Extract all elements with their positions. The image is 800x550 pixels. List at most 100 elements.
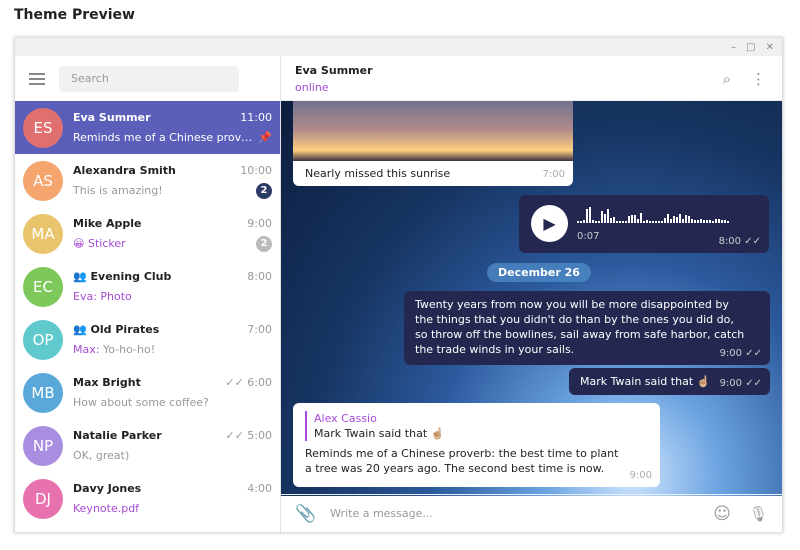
waveform-bar [604, 214, 606, 223]
waveform-bar [613, 217, 615, 223]
chat-time: 5:00 [247, 429, 272, 442]
read-check-icon: ✓✓ [744, 236, 761, 247]
waveform-bar [637, 219, 639, 223]
chat-preview: 😀 Sticker [73, 237, 126, 250]
voice-message[interactable]: ▶ 0:07 8:00 ✓✓ [519, 195, 769, 253]
waveform-bar [655, 221, 657, 223]
waveform-bar [631, 215, 633, 223]
more-icon[interactable]: ⋮ [751, 70, 766, 88]
waveform-bar [715, 219, 717, 223]
chat-preview: This is amazing! [73, 184, 163, 197]
message-text: Twenty years from now you will be more d… [415, 298, 745, 356]
read-check-icon: ✓✓ [225, 376, 248, 389]
waveform-bar [595, 221, 597, 223]
waveform-bar [586, 209, 588, 223]
message-time: 9:00 [629, 470, 652, 481]
unread-badge: 2 [256, 235, 272, 252]
avatar: OP [23, 319, 63, 360]
waveform-bar [610, 218, 612, 223]
emoji-icon[interactable]: ☺ [713, 504, 731, 524]
chat-status: online [295, 81, 329, 94]
voice-duration: 0:07 [577, 231, 600, 242]
chat-time: 10:00 [240, 164, 272, 177]
waveform-bar [679, 214, 681, 223]
waveform-bar [622, 221, 624, 223]
waveform-bar [706, 220, 708, 223]
play-button[interactable]: ▶ [531, 205, 568, 242]
chat-panel: Eva Summer online ⌕ ⋮ Nearly missed this … [281, 56, 782, 532]
waveform-bar [616, 221, 618, 223]
chat-list-item[interactable]: DJ Davy Jones 4:00 Keynote.pdf [15, 472, 280, 525]
message-text: Reminds me of a Chinese proverb: the bes… [305, 447, 619, 475]
short-message[interactable]: Mark Twain said that ☝🏼 9:00 ✓✓ [569, 368, 770, 395]
chat-name: Davy Jones [73, 482, 142, 495]
chat-list-item[interactable]: ES Eva Summer 11:00 Reminds me of a Chin… [15, 101, 280, 154]
chat-preview: Keynote.pdf [73, 502, 140, 515]
waveform-bar [619, 221, 621, 223]
message-text: Mark Twain said that ☝🏼 [580, 375, 711, 388]
chat-list: ES Eva Summer 11:00 Reminds me of a Chin… [15, 101, 280, 525]
chat-title: Eva Summer [295, 64, 373, 77]
waveform-bar [580, 221, 582, 223]
search-input[interactable]: Search [59, 65, 239, 92]
waveform-bar [721, 220, 723, 223]
waveform-bar [691, 219, 693, 223]
waveform-bar [673, 216, 675, 223]
chat-name: Evening Club [90, 270, 172, 283]
waveform-bar [727, 221, 729, 223]
waveform-bar [640, 213, 642, 223]
waveform-bar [607, 209, 609, 223]
waveform-bar [625, 221, 627, 223]
photo-message[interactable]: Nearly missed this sunrise 7:00 [293, 101, 573, 186]
chat-preview: OK, great) [73, 449, 130, 462]
chat-preview: Reminds me of a Chinese prover... [73, 131, 259, 144]
chat-preview: Yo-ho-ho! [102, 343, 156, 356]
reply-quote-text: Mark Twain said that ☝🏼 [314, 427, 445, 440]
waveform-bar [628, 216, 630, 223]
waveform-bar [718, 219, 720, 223]
chat-time: 8:00 [247, 270, 272, 283]
long-message[interactable]: Twenty years from now you will be more d… [404, 291, 770, 365]
waveform-bar [709, 220, 711, 223]
waveform-bar [643, 221, 645, 223]
waveform-bar [601, 211, 603, 223]
chat-list-item[interactable]: MA Mike Apple 9:00 😀 Sticker 2 [15, 207, 280, 260]
page-title: Theme Preview [14, 7, 135, 23]
app-window: – □ ✕ Search ES Eva Summer 11:00 Reminds… [14, 37, 783, 533]
reply-quote[interactable]: Alex Cassio Mark Twain said that ☝🏼 [305, 411, 648, 441]
avatar: AS [23, 160, 63, 201]
waveform-bar [670, 219, 672, 223]
attach-icon[interactable]: 📎 [295, 504, 316, 524]
waveform-bar [658, 221, 660, 223]
message-time: 8:00 [718, 236, 742, 247]
close-button[interactable]: ✕ [766, 42, 774, 53]
read-check-icon: ✓✓ [745, 378, 762, 389]
pin-icon: 📌 [258, 131, 272, 144]
chat-list-item[interactable]: MB Max Bright ✓✓ 6:00 How about some cof… [15, 366, 280, 419]
waveform-bar [583, 220, 585, 223]
chat-name: Max Bright [73, 376, 141, 389]
chat-list-item[interactable]: NP Natalie Parker ✓✓ 5:00 OK, great) [15, 419, 280, 472]
maximize-button[interactable]: □ [746, 42, 755, 53]
chat-preview: How about some coffee? [73, 396, 209, 409]
reply-message[interactable]: Alex Cassio Mark Twain said that ☝🏼 Remi… [293, 403, 660, 487]
preview-sender: Max: [73, 343, 100, 356]
chat-list-item[interactable]: AS Alexandra Smith 10:00 This is amazing… [15, 154, 280, 207]
waveform-bar [598, 221, 600, 223]
chat-header: Eva Summer online ⌕ ⋮ [281, 56, 782, 101]
search-icon[interactable]: ⌕ [723, 70, 731, 88]
minimize-button[interactable]: – [731, 42, 736, 53]
date-separator: December 26 [487, 263, 591, 282]
chat-list-item[interactable]: OP 👥 Old Pirates 7:00 Max: Yo-ho-ho! [15, 313, 280, 366]
message-input[interactable]: Write a message... [330, 507, 713, 520]
chat-list-item[interactable]: EC 👥 Evening Club 8:00 Eva: Photo [15, 260, 280, 313]
unread-badge: 2 [256, 182, 272, 199]
composer: 📎 Write a message... ☺ 🎙 [281, 494, 782, 532]
waveform-bar [700, 219, 702, 223]
waveform[interactable] [577, 207, 729, 223]
read-check-icon: ✓✓ [745, 348, 762, 359]
microphone-icon[interactable]: 🎙 [749, 505, 768, 523]
menu-icon[interactable] [29, 72, 45, 85]
group-icon: 👥 [73, 323, 91, 336]
chat-name: Alexandra Smith [73, 164, 176, 177]
